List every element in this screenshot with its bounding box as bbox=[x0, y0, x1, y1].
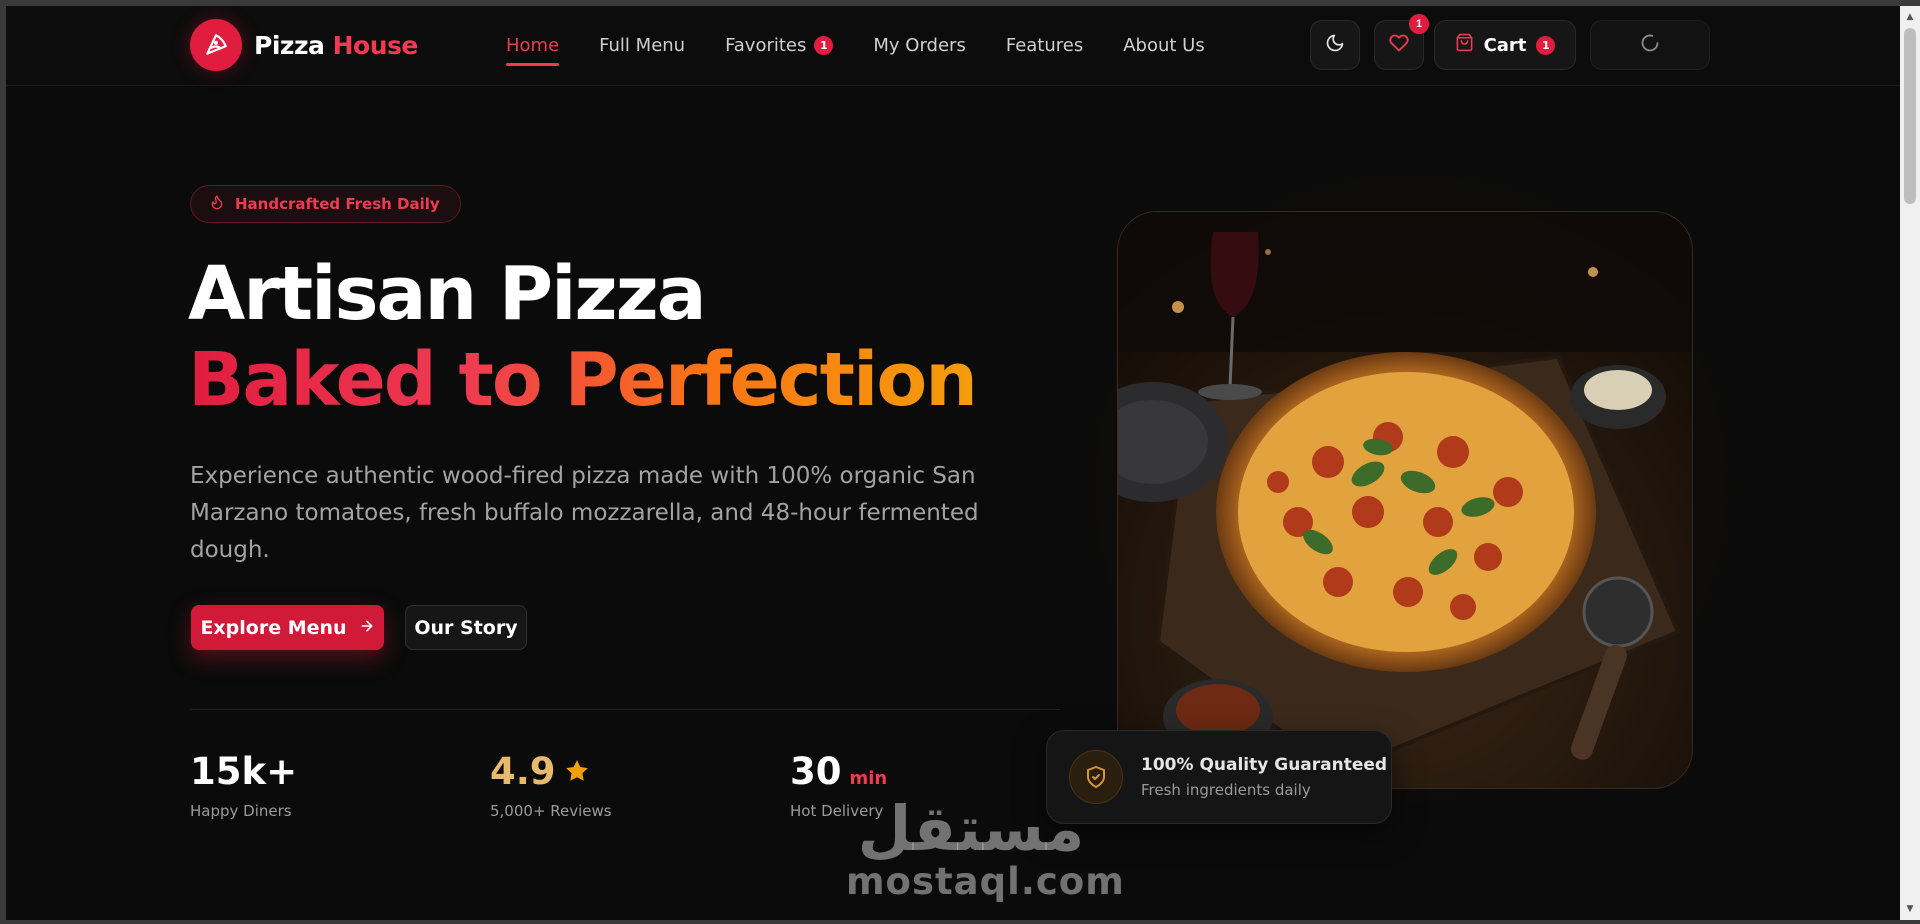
tagline-text: Handcrafted Fresh Daily bbox=[235, 195, 440, 213]
logo[interactable]: Pizza House bbox=[190, 19, 418, 71]
star-icon bbox=[564, 750, 590, 793]
arrow-right-icon bbox=[359, 617, 375, 639]
stat-label: Happy Diners bbox=[190, 802, 292, 820]
our-story-button[interactable]: Our Story bbox=[405, 605, 527, 650]
cart-button[interactable]: Cart 1 bbox=[1434, 20, 1576, 70]
navbar: Pizza House Home Full Menu Favorites 1 My… bbox=[6, 6, 1900, 86]
hero-description: Experience authentic wood-fired pizza ma… bbox=[190, 463, 979, 563]
quality-subtitle: Fresh ingredients daily bbox=[1141, 781, 1311, 799]
shopping-bag-icon bbox=[1455, 33, 1474, 57]
nav-link-favorites[interactable]: Favorites 1 bbox=[725, 32, 834, 58]
theme-toggle-button[interactable] bbox=[1310, 20, 1360, 70]
scroll-up-arrow-icon[interactable]: ▲ bbox=[1900, 10, 1920, 24]
scroll-down-arrow-icon[interactable]: ▼ bbox=[1900, 902, 1920, 916]
favorites-badge: 1 bbox=[1409, 14, 1429, 34]
tagline-badge: Handcrafted Fresh Daily bbox=[190, 185, 461, 223]
logo-text-primary: Pizza bbox=[254, 30, 325, 60]
flame-icon bbox=[209, 194, 225, 214]
explore-menu-button[interactable]: Explore Menu bbox=[191, 605, 384, 650]
hero-title-highlight: Baked to Perfection bbox=[188, 337, 978, 423]
watermark: مستقل mostaql.com bbox=[846, 792, 1125, 903]
loader-icon bbox=[1640, 33, 1660, 58]
stats-divider bbox=[190, 709, 1060, 710]
moon-icon bbox=[1325, 33, 1345, 58]
pizza-slice-icon bbox=[190, 19, 242, 71]
nav-link-label: Full Menu bbox=[599, 34, 686, 56]
hero-title: Artisan Pizza bbox=[188, 251, 707, 337]
stat-value: 15k+ bbox=[190, 750, 298, 793]
nav-link-my-orders[interactable]: My Orders bbox=[873, 32, 965, 58]
nav-link-label: My Orders bbox=[873, 34, 966, 56]
cart-label: Cart bbox=[1483, 34, 1527, 56]
scroll-thumb[interactable] bbox=[1904, 28, 1916, 204]
stat-value: 30 bbox=[790, 750, 842, 793]
watermark-latin: mostaql.com bbox=[846, 860, 1125, 903]
quality-text: 100% Quality Guaranteed Fresh ingredient… bbox=[1141, 755, 1387, 799]
nav-link-label: Home bbox=[506, 34, 560, 56]
main-menu: Home Full Menu Favorites 1 My Orders Feat… bbox=[506, 32, 1205, 66]
nav-link-home[interactable]: Home bbox=[506, 32, 560, 66]
heart-icon bbox=[1389, 33, 1409, 58]
nav-link-label: About Us bbox=[1123, 34, 1205, 56]
logo-text: Pizza House bbox=[254, 31, 418, 60]
cart-count-badge: 1 bbox=[1536, 35, 1556, 55]
favorites-button[interactable]: 1 bbox=[1374, 14, 1429, 70]
nav-link-about-us[interactable]: About Us bbox=[1123, 32, 1205, 58]
account-loading-placeholder bbox=[1590, 20, 1710, 70]
stat-value: 4.9 bbox=[490, 750, 556, 793]
browser-viewport: Pizza House Home Full Menu Favorites 1 My… bbox=[6, 6, 1900, 920]
quality-title: 100% Quality Guaranteed bbox=[1141, 755, 1388, 775]
quality-card: 100% Quality Guaranteed Fresh ingredient… bbox=[1046, 730, 1392, 824]
stat-happy-diners: 15k+ Happy Diners bbox=[190, 750, 297, 820]
explore-menu-label: Explore Menu bbox=[200, 616, 347, 639]
stat-label: 5,000+ Reviews bbox=[490, 802, 612, 820]
nav-link-label: Favorites bbox=[725, 34, 807, 56]
favorites-count-badge: 1 bbox=[814, 35, 834, 55]
nav-link-label: Features bbox=[1005, 34, 1084, 56]
nav-link-full-menu[interactable]: Full Menu bbox=[599, 32, 685, 58]
pizza-photo bbox=[1117, 211, 1693, 789]
logo-text-accent: House bbox=[332, 30, 419, 60]
stat-reviews: 4.9 5,000+ Reviews bbox=[490, 750, 612, 820]
vertical-scrollbar[interactable]: ▲ ▼ bbox=[1900, 6, 1920, 920]
stat-unit: min bbox=[849, 768, 888, 789]
watermark-arabic: مستقل bbox=[857, 792, 1085, 865]
nav-link-features[interactable]: Features bbox=[1006, 32, 1083, 58]
